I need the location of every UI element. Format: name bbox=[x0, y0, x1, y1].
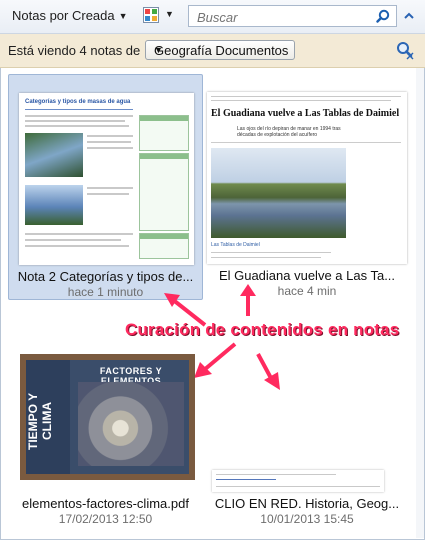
sort-dropdown[interactable]: Notas por Creada ▼ bbox=[12, 8, 128, 23]
text-line bbox=[25, 233, 133, 235]
note-card[interactable]: El Guadiana vuelve a Las Tablas de Daimi… bbox=[207, 74, 407, 300]
note-card[interactable]: Categorías y tipos de masas de agua Nota… bbox=[8, 74, 203, 300]
sort-label: Notas por Creada bbox=[12, 8, 115, 23]
text-line bbox=[25, 245, 129, 247]
text-line bbox=[211, 142, 401, 143]
text-line bbox=[216, 486, 380, 487]
notebook-select[interactable]: Geografía Documentos ▼ bbox=[145, 40, 295, 60]
thumbnail-heading: El Guadiana vuelve a Las Tablas de Daimi… bbox=[211, 108, 400, 119]
thumbnail-sidebar bbox=[139, 153, 189, 231]
text-line bbox=[211, 252, 331, 253]
scrollbar[interactable] bbox=[416, 68, 424, 538]
note-thumbnail bbox=[212, 470, 384, 492]
text-line bbox=[25, 120, 125, 122]
arrow-icon bbox=[240, 284, 256, 316]
thumbnail-caption: Las Tablas de Daimiel bbox=[211, 242, 260, 248]
thumbnail-sidebar bbox=[139, 115, 189, 151]
text-line bbox=[87, 187, 133, 189]
text-line bbox=[25, 125, 129, 127]
search-box[interactable] bbox=[188, 5, 397, 27]
view-options-icon bbox=[143, 7, 159, 23]
chevron-down-icon: ▼ bbox=[118, 11, 128, 21]
note-title: elementos-factores-clima.pdf bbox=[22, 496, 189, 511]
text-line bbox=[211, 96, 401, 97]
filter-label: Está viendo 4 notas de bbox=[8, 43, 141, 58]
search-icon[interactable] bbox=[376, 9, 390, 23]
text-line bbox=[87, 193, 129, 195]
text-line bbox=[25, 239, 121, 241]
cover-side-text: TIEMPO Y CLIMA bbox=[26, 392, 54, 450]
arrow-icon bbox=[164, 293, 207, 327]
view-options-button[interactable]: ▼ bbox=[141, 6, 179, 26]
note-thumbnail: El Guadiana vuelve a Las Tablas de Daimi… bbox=[207, 92, 407, 264]
chevron-down-icon: ▼ bbox=[154, 45, 163, 55]
text-line bbox=[87, 135, 133, 137]
thumbnail-subheading: Las ojos del río depiran de manar en 199… bbox=[237, 126, 341, 138]
text-line bbox=[211, 257, 321, 258]
toolbar: Notas por Creada ▼ ▼ bbox=[0, 0, 425, 34]
note-date: 17/02/2013 12:50 bbox=[58, 512, 153, 526]
river-photo bbox=[211, 148, 346, 238]
weather-map-image bbox=[78, 382, 184, 466]
thumbnail-rule bbox=[25, 109, 133, 110]
note-title: Nota 2 Categorías y tipos de... bbox=[17, 269, 194, 284]
lake-photo bbox=[25, 185, 83, 225]
filter-bar: Está viendo 4 notas de Geografía Documen… bbox=[0, 34, 425, 68]
clear-filter-icon[interactable] bbox=[395, 40, 415, 60]
text-line bbox=[211, 100, 391, 101]
text-line bbox=[216, 474, 336, 475]
search-input[interactable] bbox=[195, 8, 369, 26]
waterfall-photo bbox=[25, 133, 83, 177]
note-title: El Guadiana vuelve a Las Ta... bbox=[218, 268, 396, 283]
thumbnail-heading: Categorías y tipos de masas de agua bbox=[25, 99, 131, 105]
text-line bbox=[87, 141, 131, 143]
collapse-icon[interactable] bbox=[402, 10, 416, 22]
thumbnail-sidebar bbox=[139, 233, 189, 259]
note-thumbnail: Categorías y tipos de masas de agua bbox=[19, 93, 194, 265]
text-line bbox=[216, 479, 276, 480]
text-line bbox=[25, 115, 133, 117]
note-date: 10/01/2013 15:45 bbox=[260, 512, 354, 526]
note-title: CLIO EN RED. Historia, Geog... bbox=[214, 496, 400, 511]
text-line bbox=[87, 147, 133, 149]
chevron-down-icon: ▼ bbox=[165, 9, 174, 19]
pdf-cover-thumbnail: TIEMPO Y CLIMA FACTORES Y ELEMENTOS bbox=[20, 354, 195, 480]
